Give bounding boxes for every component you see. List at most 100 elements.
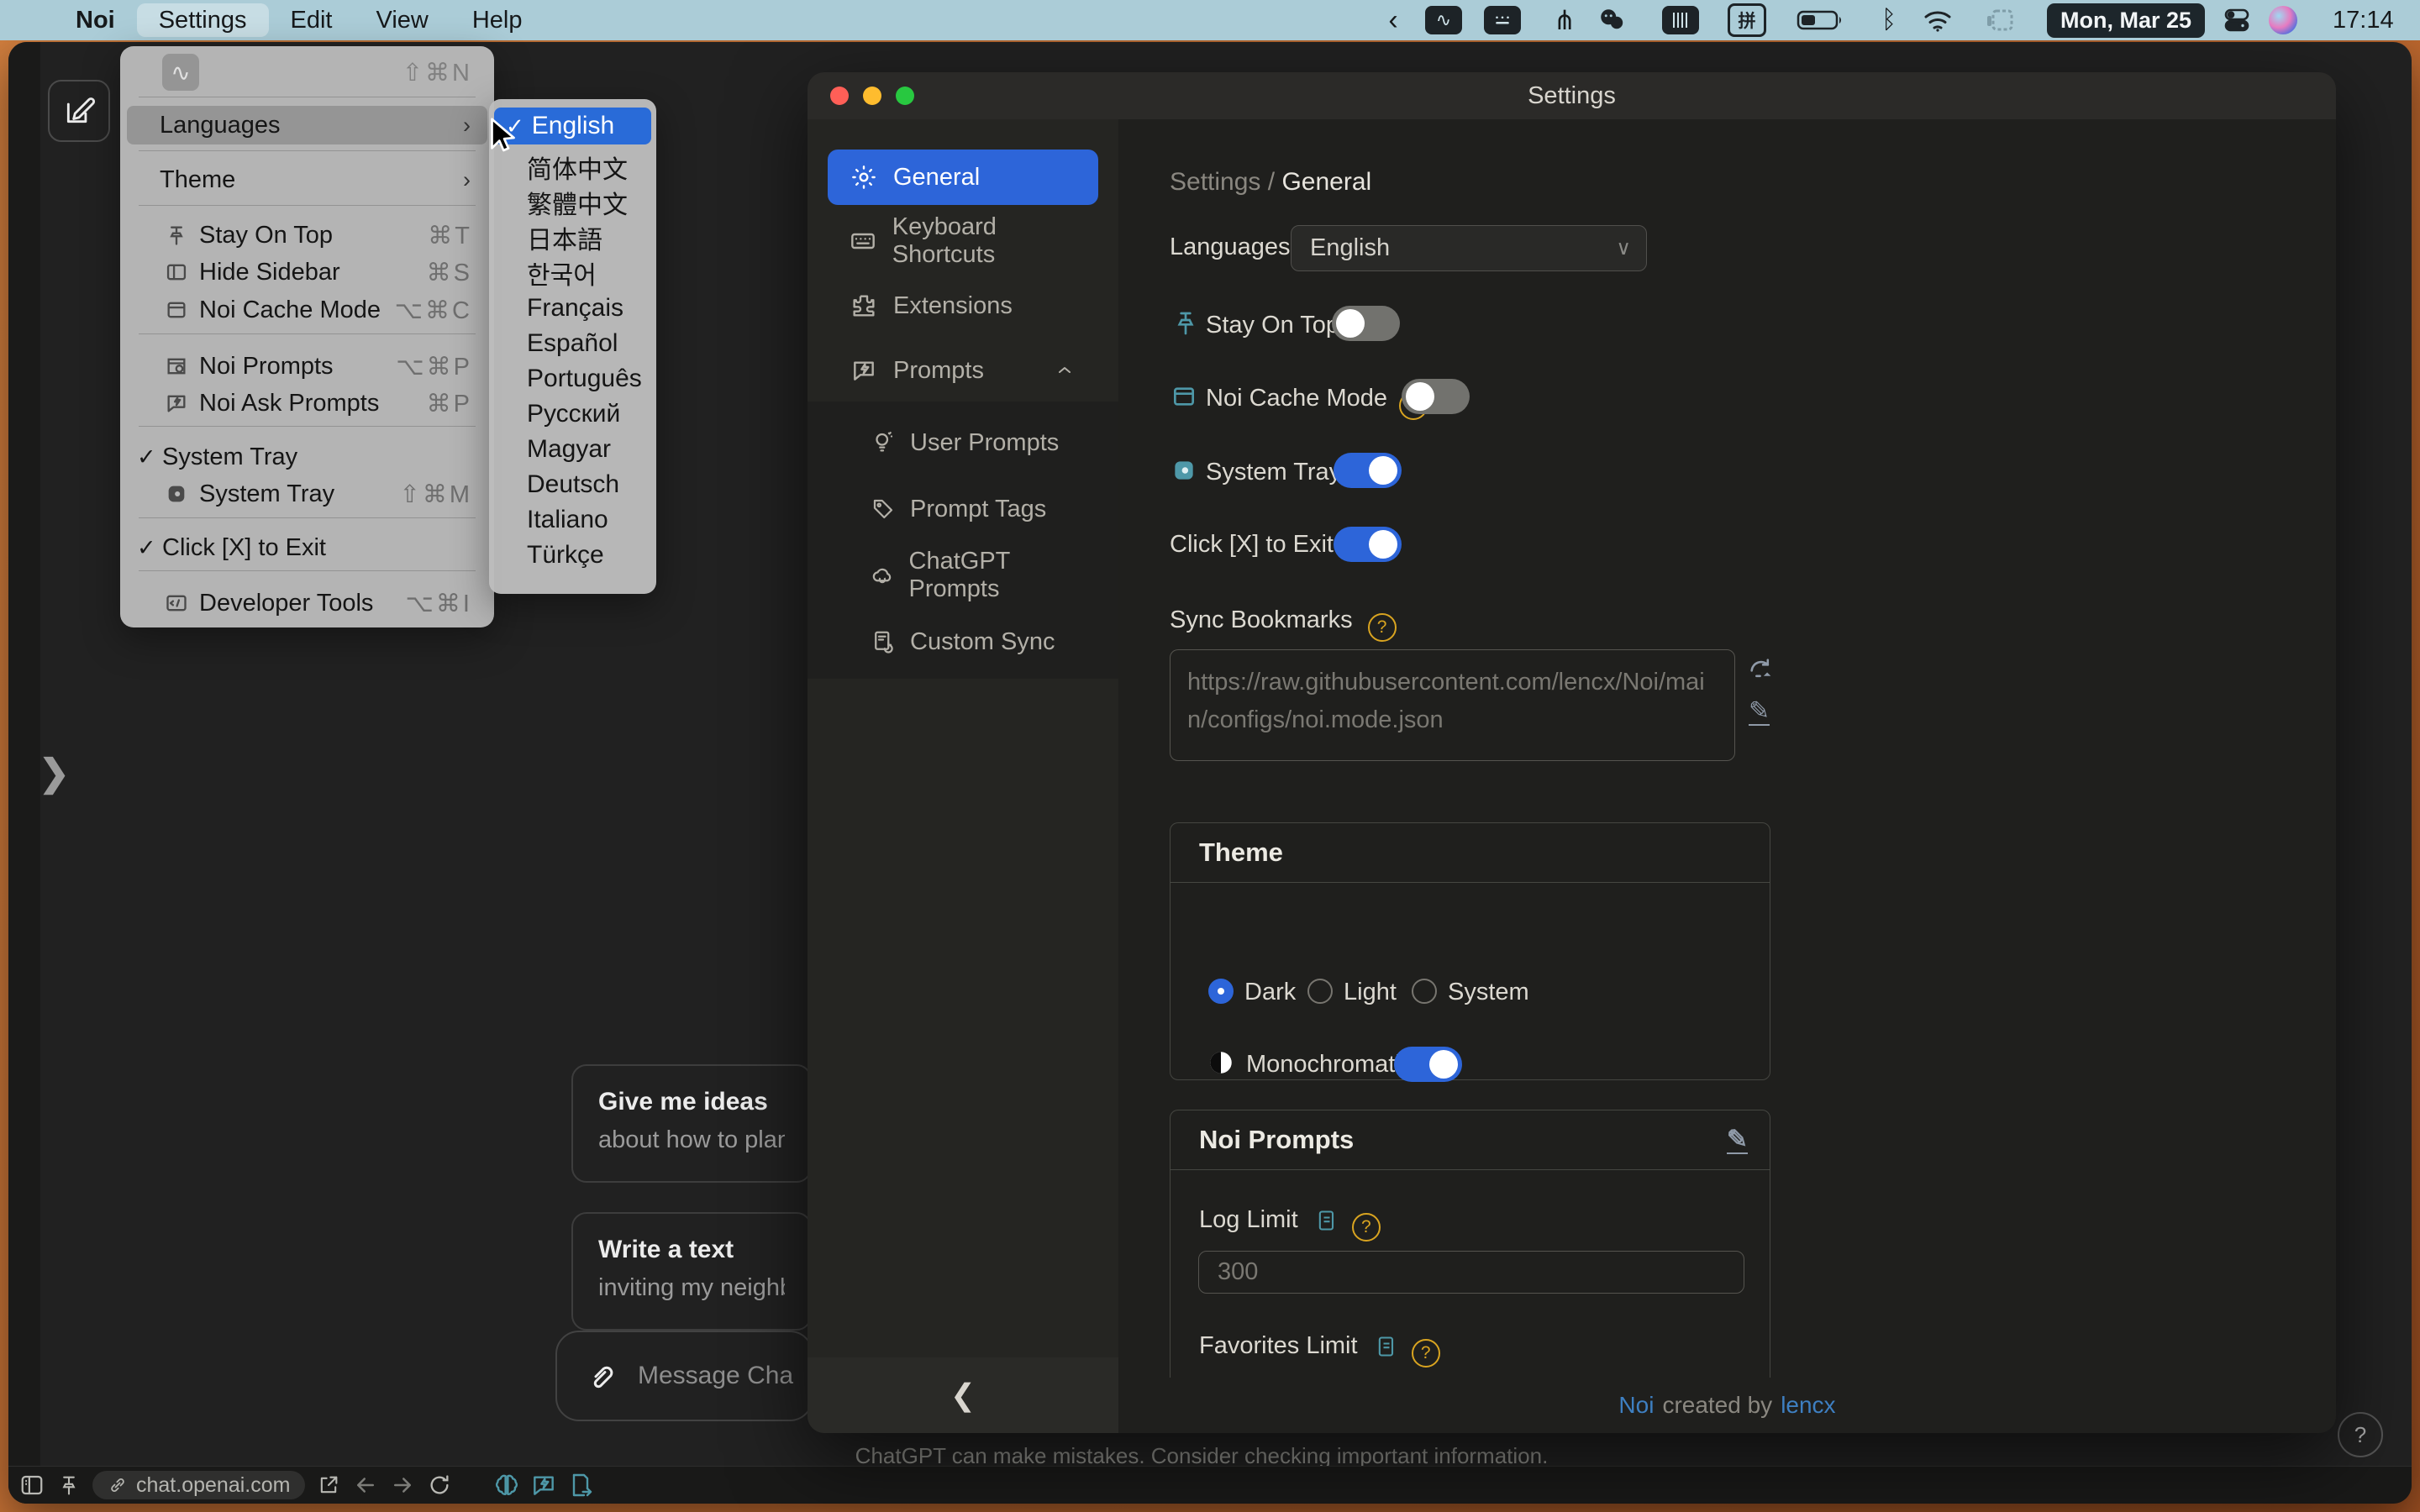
cache-mode-toggle[interactable] bbox=[1402, 379, 1470, 414]
menubar: Noi Settings Edit View Help ‹ ∿ ⋔ 拼 ᛒ Mo… bbox=[0, 0, 2420, 40]
menu-view[interactable]: View bbox=[355, 3, 450, 37]
paperclip-icon[interactable] bbox=[586, 1361, 616, 1391]
submenu-item-spanish[interactable]: Español bbox=[489, 326, 656, 361]
theme-light-radio[interactable] bbox=[1307, 979, 1333, 1004]
sidebar-toggle-icon[interactable] bbox=[13, 1467, 50, 1504]
lencx-link[interactable]: lencx bbox=[1781, 1392, 1835, 1419]
desktop: ❯ Give me ideas about how to plan m Writ… bbox=[0, 0, 2420, 1512]
menu-item-hide-sidebar[interactable]: Hide Sidebar ⌘S bbox=[127, 255, 487, 289]
sidebar-item-extensions[interactable]: Extensions bbox=[828, 278, 1098, 333]
breadcrumb-root[interactable]: Settings bbox=[1170, 168, 1260, 196]
back-chevron-icon[interactable]: ❮ bbox=[950, 1378, 976, 1413]
theme-dark-radio[interactable] bbox=[1208, 979, 1234, 1004]
open-external-icon[interactable] bbox=[310, 1467, 347, 1504]
sidebar-item-user-prompts[interactable]: User Prompts bbox=[828, 415, 1098, 470]
question-icon[interactable]: ? bbox=[1351, 1213, 1381, 1242]
message-input[interactable]: Message Cha bbox=[555, 1331, 813, 1421]
sidebar-item-general[interactable]: General bbox=[828, 150, 1098, 205]
menu-item-system-tray-enabled[interactable]: ✓ System Tray bbox=[127, 442, 487, 472]
question-icon[interactable]: ? bbox=[1411, 1339, 1440, 1368]
compose-icon bbox=[63, 95, 95, 127]
noi-status-icon[interactable]: ∿ bbox=[1425, 6, 1462, 34]
favorites-limit-label: Favorites Limit ? bbox=[1199, 1332, 1440, 1368]
help-button[interactable]: ? bbox=[2338, 1412, 2383, 1457]
menu-item-developer-tools[interactable]: Developer Tools ⌥⌘I bbox=[127, 586, 487, 620]
languages-select[interactable]: English ∨ bbox=[1291, 225, 1647, 271]
window-title: Settings bbox=[1528, 81, 1616, 109]
menu-item-noi-prompts[interactable]: Noi Prompts ⌥⌘P bbox=[127, 349, 487, 383]
system-tray-icon bbox=[1171, 457, 1197, 484]
monochromatic-toggle[interactable] bbox=[1394, 1047, 1462, 1082]
menubar-time[interactable]: 17:14 bbox=[2317, 7, 2394, 34]
edit-pencil-icon[interactable]: ✎ bbox=[1749, 699, 1770, 726]
battery-icon[interactable] bbox=[1793, 0, 1849, 40]
chevron-left-icon[interactable]: ‹ bbox=[1376, 0, 1410, 40]
pin-icon[interactable] bbox=[50, 1467, 87, 1504]
new-chat-button[interactable] bbox=[48, 80, 110, 142]
menu-help[interactable]: Help bbox=[450, 3, 544, 37]
refresh-icon[interactable] bbox=[421, 1467, 458, 1504]
menu-edit[interactable]: Edit bbox=[269, 3, 355, 37]
click-x-toggle[interactable] bbox=[1334, 527, 1402, 562]
edit-pencil-icon[interactable]: ✎ bbox=[1726, 1127, 1748, 1154]
prompt-bubble-icon[interactable] bbox=[525, 1467, 562, 1504]
submenu-item-portuguese[interactable]: Português bbox=[489, 361, 656, 396]
sidebar-item-prompts[interactable]: Prompts bbox=[828, 343, 1098, 398]
wechat-status-icon[interactable] bbox=[1595, 0, 1628, 40]
theme-system-radio[interactable] bbox=[1412, 979, 1437, 1004]
menu-settings[interactable]: Settings bbox=[136, 3, 269, 37]
settings-dropdown-menu: ∿ ⇧⌘N Languages › Theme › Stay On Top ⌘T… bbox=[120, 46, 494, 627]
submenu-item-russian[interactable]: Русский bbox=[489, 396, 656, 432]
menu-item-click-x-to-exit[interactable]: ✓ Click [X] to Exit bbox=[127, 533, 487, 563]
sidebar-item-custom-sync[interactable]: Custom Sync bbox=[828, 614, 1098, 669]
theme-dark-label: Dark bbox=[1244, 979, 1297, 1005]
submenu-item-french[interactable]: Français bbox=[489, 291, 656, 326]
submenu-item-zh-hans[interactable]: 简体中文 bbox=[489, 150, 656, 185]
branch-status-icon[interactable]: ⋔ bbox=[1548, 0, 1581, 40]
app-menu-noi[interactable]: Noi bbox=[54, 3, 137, 37]
check-icon: ✓ bbox=[137, 444, 156, 470]
question-icon[interactable]: ? bbox=[1367, 613, 1397, 642]
barcode-status-icon[interactable] bbox=[1662, 6, 1699, 34]
bluetooth-icon[interactable]: ᛒ bbox=[1872, 0, 1906, 40]
submenu-item-korean[interactable]: 한국어 bbox=[489, 255, 656, 291]
noi-link[interactable]: Noi bbox=[1618, 1392, 1654, 1419]
sidebar-item-prompt-tags[interactable]: Prompt Tags bbox=[828, 481, 1098, 537]
menubar-date[interactable]: Mon, Mar 25 bbox=[2047, 3, 2206, 38]
ai-brain-icon[interactable] bbox=[488, 1467, 525, 1504]
menu-item-noi-ask-prompts[interactable]: Noi Ask Prompts ⌘P bbox=[127, 386, 487, 420]
chevron-right-icon: › bbox=[463, 166, 471, 192]
puzzle-icon bbox=[850, 292, 878, 319]
suggestion-card[interactable]: Give me ideas about how to plan m bbox=[571, 1064, 812, 1183]
pinyin-input-icon[interactable]: 拼 bbox=[1728, 3, 1766, 37]
menu-item-theme[interactable]: Theme › bbox=[127, 160, 487, 199]
siri-icon[interactable] bbox=[2269, 6, 2297, 34]
control-center-icon[interactable] bbox=[2220, 0, 2254, 40]
back-icon[interactable] bbox=[347, 1467, 384, 1504]
submenu-item-zh-hant[interactable]: 繁體中文 bbox=[489, 185, 656, 220]
expand-sidebar-chevron[interactable]: ❯ bbox=[39, 752, 70, 795]
submenu-item-hungarian[interactable]: Magyar bbox=[489, 432, 656, 467]
resync-icon[interactable] bbox=[1747, 655, 1776, 684]
submenu-item-german[interactable]: Deutsch bbox=[489, 467, 656, 502]
menu-item-system-tray-window[interactable]: System Tray ⇧⌘M bbox=[127, 477, 487, 511]
keyboard-status-icon[interactable] bbox=[1484, 6, 1521, 34]
system-tray-toggle[interactable] bbox=[1334, 453, 1402, 488]
sync-bookmarks-input[interactable] bbox=[1170, 649, 1735, 761]
suggestion-card[interactable]: Write a text inviting my neighbo bbox=[571, 1212, 812, 1331]
forward-icon[interactable] bbox=[384, 1467, 421, 1504]
stay-on-top-toggle[interactable] bbox=[1332, 306, 1400, 341]
submenu-item-japanese[interactable]: 日本語 bbox=[489, 220, 656, 255]
sidebar-item-keyboard-shortcuts[interactable]: Keyboard Shortcuts bbox=[828, 213, 1098, 269]
sidebar-item-chatgpt-prompts[interactable]: ChatGPT Prompts bbox=[828, 548, 1098, 603]
menu-item-cache-mode[interactable]: Noi Cache Mode ⌥⌘C bbox=[127, 293, 487, 327]
submenu-item-turkish[interactable]: Türkçe bbox=[489, 538, 656, 573]
wifi-icon[interactable] bbox=[1921, 0, 1954, 40]
menu-item-stay-on-top[interactable]: Stay On Top ⌘T bbox=[127, 218, 487, 252]
menu-item-languages[interactable]: Languages › bbox=[127, 106, 487, 144]
url-pill[interactable]: chat.openai.com bbox=[92, 1471, 306, 1499]
log-limit-input[interactable] bbox=[1198, 1251, 1744, 1294]
submenu-item-italian[interactable]: Italiano bbox=[489, 502, 656, 538]
export-doc-icon[interactable] bbox=[562, 1467, 599, 1504]
titlebar[interactable]: Settings bbox=[808, 72, 2336, 119]
